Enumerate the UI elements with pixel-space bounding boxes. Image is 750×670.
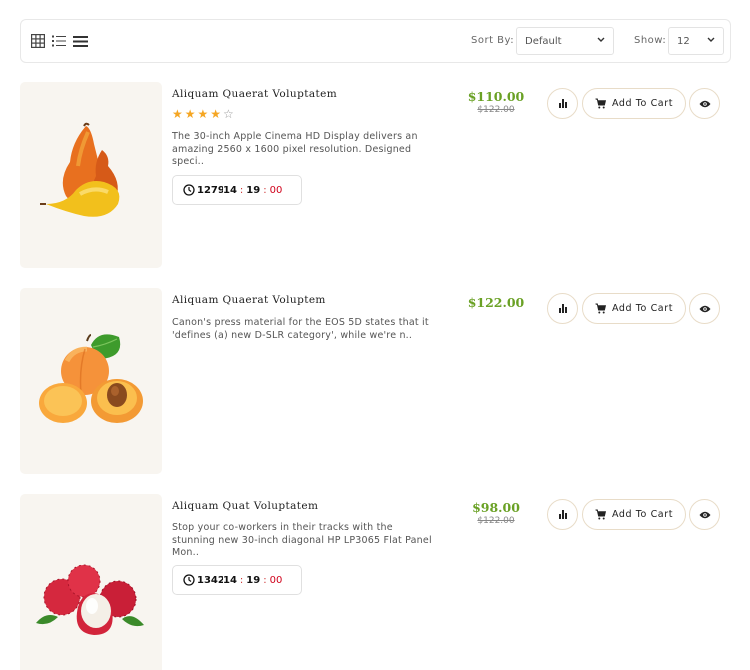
product-image-lychees[interactable] <box>20 494 162 670</box>
timer-minutes: 19 <box>246 184 261 196</box>
product-old-price: $122.00 <box>477 105 515 115</box>
product-price: $98.00 <box>472 500 520 515</box>
bar-chart-icon <box>558 99 567 108</box>
product-image-pears[interactable] <box>20 82 162 268</box>
eye-icon <box>699 511 710 518</box>
sort-select-value: Default <box>525 36 562 47</box>
product-description: The 30-inch Apple Cinema HD Display deli… <box>172 131 418 167</box>
timer-hours: 14 <box>223 574 237 586</box>
product-description: Stop your co-workers in their tracks wit… <box>172 522 432 558</box>
product-card: Aliquam Quaerat Voluptatem ★★★★☆ The 30-… <box>20 82 730 268</box>
countdown-timer: 1342 14 : 19 : 00 <box>172 565 302 595</box>
bar-chart-icon <box>558 510 567 519</box>
quick-view-button[interactable] <box>689 499 720 530</box>
product-price: $110.00 <box>467 89 525 104</box>
product-image-apricots[interactable] <box>20 288 162 474</box>
timer-seconds: 00 <box>269 184 283 196</box>
timer-seconds: 00 <box>269 574 283 586</box>
compare-button[interactable] <box>547 499 578 530</box>
compact-list-icon[interactable] <box>71 32 89 50</box>
product-description: Canon's press material for the EOS 5D st… <box>172 317 429 341</box>
compare-button[interactable] <box>547 293 578 324</box>
show-count-value: 12 <box>677 36 690 47</box>
timer-days: 1342 <box>197 574 223 586</box>
add-to-cart-button[interactable]: Add To Cart <box>582 88 686 119</box>
sort-select[interactable]: Default <box>516 27 614 55</box>
product-title[interactable]: Aliquam Quaerat Voluptatem <box>172 88 337 100</box>
timer-hours: 14 <box>223 184 237 196</box>
shopping-cart-icon <box>595 98 606 109</box>
eye-icon <box>699 100 710 107</box>
bar-chart-icon <box>558 304 567 313</box>
clock-icon <box>183 574 195 586</box>
show-label: Show: <box>634 35 667 46</box>
add-to-cart-button[interactable]: Add To Cart <box>582 293 686 324</box>
sort-by-label: Sort By: <box>471 35 515 46</box>
chevron-down-icon <box>597 37 605 42</box>
grid-view-icon[interactable] <box>29 32 47 50</box>
product-card: Aliquam Quaerat Voluptem Canon's press m… <box>20 288 730 474</box>
rating-stars: ★★★★☆ <box>172 107 236 121</box>
timer-minutes: 19 <box>246 574 261 586</box>
product-title[interactable]: Aliquam Quat Voluptatem <box>172 500 318 512</box>
add-to-cart-label: Add To Cart <box>611 509 674 520</box>
timer-days: 1279 <box>197 184 223 196</box>
add-to-cart-button[interactable]: Add To Cart <box>582 499 686 530</box>
product-price: $122.00 <box>467 295 525 310</box>
quick-view-button[interactable] <box>689 88 720 119</box>
listing-toolbar: Sort By: Default Show: 12 <box>20 19 731 63</box>
add-to-cart-label: Add To Cart <box>611 98 674 109</box>
product-card: Aliquam Quat Voluptatem Stop your co-wor… <box>20 494 730 670</box>
eye-icon <box>699 305 710 312</box>
list-view-icon[interactable] <box>50 32 68 50</box>
countdown-timer: 1279 14 : 19 : 00 <box>172 175 302 205</box>
shopping-cart-icon <box>595 303 606 314</box>
product-old-price: $122.00 <box>477 516 515 526</box>
chevron-down-icon <box>707 37 715 42</box>
quick-view-button[interactable] <box>689 293 720 324</box>
clock-icon <box>183 184 195 196</box>
shopping-cart-icon <box>595 509 606 520</box>
product-title[interactable]: Aliquam Quaerat Voluptem <box>172 294 326 306</box>
add-to-cart-label: Add To Cart <box>611 303 674 314</box>
compare-button[interactable] <box>547 88 578 119</box>
show-count-select[interactable]: 12 <box>668 27 724 55</box>
